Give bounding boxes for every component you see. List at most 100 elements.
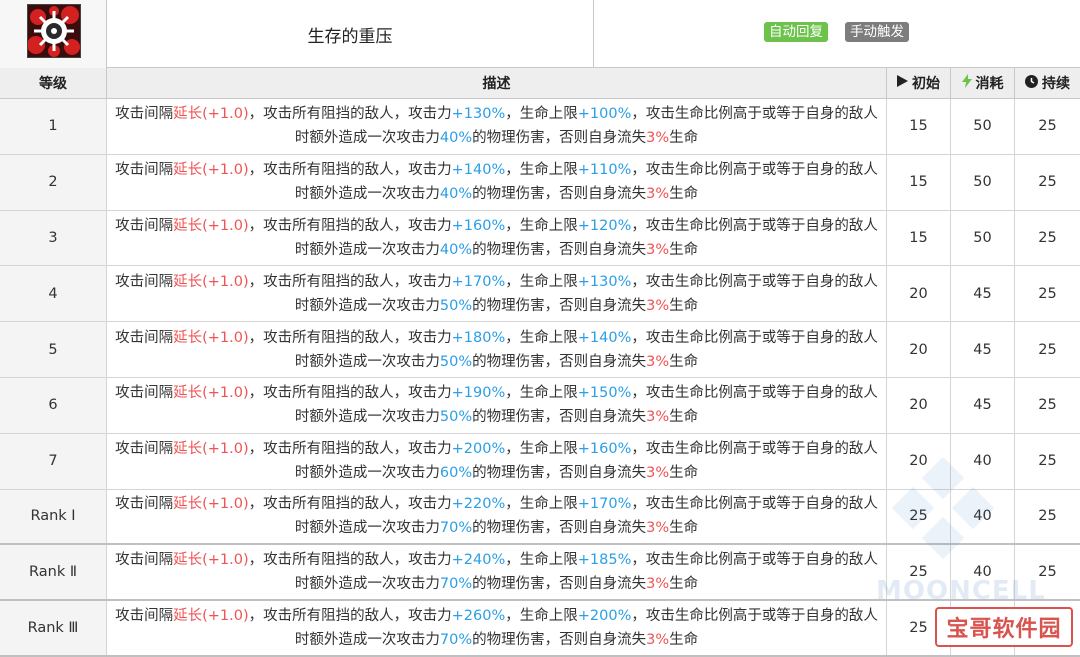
initial-cell: 15: [887, 154, 951, 210]
initial-cell: 15: [887, 210, 951, 266]
desc-text: 的物理伤害，否则自身流失: [472, 520, 647, 537]
cost-cell: 50: [951, 154, 1015, 210]
desc-dmg: 50%: [439, 409, 473, 426]
desc-text: 的物理伤害，否则自身流失: [472, 353, 647, 370]
desc-text: ，生命上限: [505, 217, 578, 234]
desc-interval: 延长(+1.0): [173, 441, 249, 458]
desc-text: 生命: [669, 186, 699, 203]
desc-dmg: 40%: [439, 186, 473, 203]
header-description: 描述: [107, 68, 887, 98]
tag-manual-trigger: 手动触发: [845, 22, 909, 42]
watermark-text: MOONCELL: [876, 576, 1046, 606]
level-cell: Rank Ⅱ: [0, 545, 107, 600]
duration-cell: 25: [1038, 453, 1057, 470]
desc-atk: +240%: [451, 552, 506, 569]
desc-loss: 3%: [646, 353, 670, 370]
desc-dmg: 70%: [439, 576, 473, 593]
desc-text: ，生命上限: [505, 273, 578, 290]
desc-text: 生命: [669, 241, 699, 258]
desc-dmg: 70%: [439, 632, 473, 649]
desc-text: ，生命上限: [505, 106, 578, 123]
mooncell-diamond-icon: [878, 456, 1008, 588]
desc-interval: 延长(+1.0): [173, 162, 249, 179]
duration-cell: 25: [1038, 229, 1057, 246]
desc-hp: +150%: [577, 385, 632, 402]
lightning-icon: [961, 74, 972, 92]
description-cell: 攻击间隔延长(+1.0)，攻击所有阻挡的敌人，攻击力+190%，生命上限+150…: [107, 377, 887, 433]
duration-cell: 25: [1038, 118, 1057, 135]
desc-text: 生命: [669, 576, 699, 593]
skill-header: 生存的重压 自动回复 手动触发: [0, 0, 1080, 68]
desc-text: 的物理伤害，否则自身流失: [472, 409, 647, 426]
desc-text: 生命: [669, 465, 699, 482]
play-triangle-icon: [897, 75, 908, 91]
desc-atk: +140%: [451, 162, 506, 179]
desc-text: 攻击间隔: [115, 496, 174, 513]
cost-cell: 45: [951, 377, 1015, 433]
desc-text: 的物理伤害，否则自身流失: [472, 186, 647, 203]
desc-atk: +160%: [451, 217, 506, 234]
desc-loss: 3%: [646, 186, 670, 203]
desc-atk: +200%: [451, 441, 506, 458]
skill-tags: 自动回复 手动触发: [594, 0, 1080, 68]
desc-text: 攻击间隔: [115, 441, 174, 458]
desc-text: 攻击间隔: [115, 106, 174, 123]
desc-atk: +220%: [451, 496, 506, 513]
desc-text: ，攻击所有阻挡的敌人，攻击力: [248, 496, 452, 513]
desc-text: 的物理伤害，否则自身流失: [472, 632, 647, 649]
header-cost: 消耗: [951, 68, 1015, 98]
table-row: 3 攻击间隔延长(+1.0)，攻击所有阻挡的敌人，攻击力+160%，生命上限+12…: [0, 210, 1080, 267]
desc-atk: +130%: [451, 106, 506, 123]
cost-cell: 50: [951, 210, 1015, 266]
desc-atk: +190%: [451, 385, 506, 402]
desc-text: ，攻击所有阻挡的敌人，攻击力: [248, 273, 452, 290]
table-row: 6 攻击间隔延长(+1.0)，攻击所有阻挡的敌人，攻击力+190%，生命上限+15…: [0, 377, 1080, 434]
desc-hp: +170%: [577, 496, 632, 513]
desc-loss: 3%: [646, 465, 670, 482]
desc-text: 攻击间隔: [115, 329, 174, 346]
duration-cell: 25: [1038, 285, 1057, 302]
desc-hp: +160%: [577, 441, 632, 458]
desc-text: ，生命上限: [505, 162, 578, 179]
desc-text: 攻击间隔: [115, 552, 174, 569]
desc-dmg: 70%: [439, 520, 473, 537]
desc-text: ，生命上限: [505, 608, 578, 625]
table-row: 1 攻击间隔延长(+1.0)，攻击所有阻挡的敌人，攻击力+130%，生命上限+10…: [0, 99, 1080, 155]
duration-cell: 25: [1038, 341, 1057, 358]
desc-hp: +100%: [577, 106, 632, 123]
desc-hp: +185%: [577, 552, 632, 569]
desc-text: 生命: [669, 353, 699, 370]
desc-text: 生命: [669, 632, 699, 649]
desc-dmg: 50%: [439, 353, 473, 370]
desc-interval: 延长(+1.0): [173, 106, 249, 123]
level-cell: 2: [0, 154, 107, 210]
header-initial: 初始: [887, 68, 951, 98]
level-cell: 3: [0, 210, 107, 266]
desc-loss: 3%: [646, 520, 670, 537]
desc-text: 生命: [669, 520, 699, 537]
desc-interval: 延长(+1.0): [173, 552, 249, 569]
desc-text: 生命: [669, 297, 699, 314]
desc-loss: 3%: [646, 241, 670, 258]
desc-text: ，攻击所有阻挡的敌人，攻击力: [248, 608, 452, 625]
skill-icon-cell: [0, 0, 107, 68]
duration-cell: 25: [1038, 397, 1057, 414]
description-cell: 攻击间隔延长(+1.0)，攻击所有阻挡的敌人，攻击力+180%，生命上限+140…: [107, 322, 887, 377]
level-cell: 1: [0, 99, 107, 154]
level-cell: 6: [0, 377, 107, 433]
table-row: Rank Ⅲ 攻击间隔延长(+1.0)，攻击所有阻挡的敌人，攻击力+260%，生命…: [0, 601, 1080, 657]
header-cost-label: 消耗: [975, 76, 1004, 92]
desc-atk: +180%: [451, 329, 506, 346]
desc-interval: 延长(+1.0): [173, 385, 249, 402]
desc-loss: 3%: [646, 297, 670, 314]
desc-text: ，攻击所有阻挡的敌人，攻击力: [248, 106, 452, 123]
desc-text: ，攻击所有阻挡的敌人，攻击力: [248, 329, 452, 346]
initial-cell: 20: [887, 266, 951, 322]
skill-name: 生存的重压: [107, 0, 594, 68]
desc-text: 攻击间隔: [115, 385, 174, 402]
header-level: 等级: [0, 68, 107, 98]
description-cell: 攻击间隔延长(+1.0)，攻击所有阻挡的敌人，攻击力+170%，生命上限+130…: [107, 266, 887, 322]
header-duration: 持续: [1015, 68, 1080, 98]
desc-text: 攻击间隔: [115, 273, 174, 290]
description-cell: 攻击间隔延长(+1.0)，攻击所有阻挡的敌人，攻击力+160%，生命上限+120…: [107, 210, 887, 266]
